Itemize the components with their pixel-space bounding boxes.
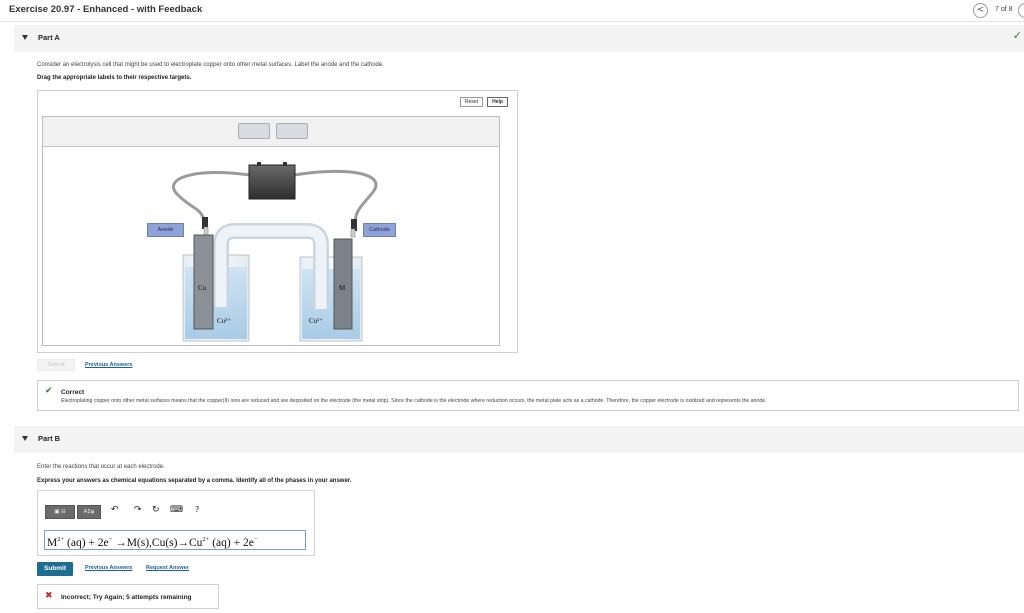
answer-input[interactable]: M2+ (aq) + 2e− →M(s),Cu(s)→Cu2+ (aq) + 2… [44, 530, 306, 550]
part-a-header[interactable]: Part A ✓ [14, 25, 1024, 52]
anode-label-tag[interactable]: Anode [147, 223, 184, 237]
feedback-text: Electroplating copper onto other metal s… [61, 398, 767, 404]
redo-icon[interactable]: ↷ [134, 505, 142, 515]
part-b-result: ✖ Incorrect; Try Again; 5 attempts remai… [37, 584, 219, 609]
left-electrode-label: Cu [198, 284, 207, 292]
checkmark-icon: ✔ [45, 386, 53, 396]
result-text: Incorrect; Try Again; 5 attempts remaini… [61, 594, 192, 601]
right-ion-label: Cu²⁺ [309, 317, 323, 325]
checkmark-icon: ✓ [1012, 29, 1022, 42]
part-b-submit-button[interactable]: Submit [37, 562, 73, 576]
left-ion-label: Cu²⁺ [217, 317, 231, 325]
greek-symbols-button[interactable]: ΑΣφ [77, 505, 101, 519]
caret-down-icon[interactable] [22, 436, 28, 441]
part-b-instruction: Express your answers as chemical equatio… [37, 478, 352, 484]
chevron-right-icon[interactable] [1018, 3, 1024, 18]
help-icon[interactable]: ? [195, 505, 199, 514]
part-a-previous-answers-link[interactable]: Previous Answers [85, 362, 132, 368]
help-button[interactable]: Help [487, 97, 508, 107]
feedback-title: Correct [61, 389, 85, 396]
part-b-previous-answers-link[interactable]: Previous Answers [85, 565, 132, 571]
part-a-question: Consider an electrolysis cell that might… [37, 62, 384, 68]
request-answer-link[interactable]: Request Answer [146, 565, 189, 571]
question-counter: 7 of 8 [995, 6, 1013, 13]
part-a-label: Part A [38, 33, 60, 42]
caret-down-icon[interactable] [22, 35, 28, 40]
part-b-question: Enter the reactions that occur at each e… [37, 464, 165, 470]
part-a-submit-button[interactable]: Submit [37, 359, 75, 371]
exercise-title: Exercise 20.97 - Enhanced - with Feedbac… [9, 4, 203, 15]
top-bar: Exercise 20.97 - Enhanced - with Feedbac… [0, 0, 1024, 22]
part-a-feedback: ✔ Correct Electroplating copper onto oth… [37, 380, 1019, 411]
keyboard-icon[interactable]: ⌨ [170, 505, 183, 515]
right-electrode-label: M [339, 284, 346, 292]
part-a-instruction: Drag the appropriate labels to their res… [37, 75, 192, 81]
part-b-header[interactable]: Part B [14, 426, 1024, 453]
undo-icon[interactable]: ↶ [111, 505, 119, 515]
reset-icon[interactable]: ↻ [152, 505, 160, 515]
reset-button[interactable]: Reset [460, 97, 483, 107]
error-x-icon: ✖ [45, 591, 53, 601]
part-b-label: Part B [38, 434, 61, 443]
electrolysis-diagram: Cu M Cu²⁺ Cu²⁺ Anode Cathode [42, 116, 500, 346]
chevron-left-icon[interactable]: < [973, 3, 988, 18]
cell-illustration: Cu M Cu²⁺ Cu²⁺ [171, 162, 378, 342]
cathode-label-tag[interactable]: Cathode [363, 223, 396, 237]
templates-button[interactable]: ▣ ⊟ [45, 505, 75, 519]
equation-editor: ▣ ⊟ ΑΣφ ↶ ↷ ↻ ⌨ ? M2+ (aq) + 2e− →M(s),C… [37, 490, 315, 556]
